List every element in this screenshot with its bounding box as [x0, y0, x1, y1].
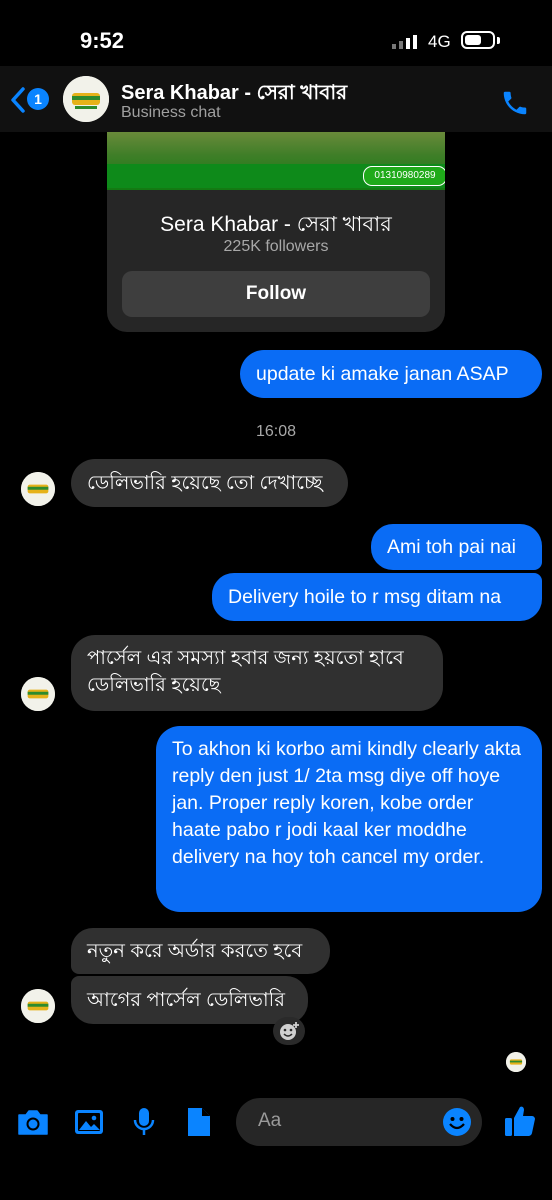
logo-icon [63, 76, 109, 122]
contact-avatar[interactable] [63, 76, 109, 122]
logo-icon [21, 472, 55, 506]
chat-header: 1 Sera Khabar - সেরা খাবার Business chat [0, 66, 552, 132]
message-incoming[interactable]: ডেলিভারি হয়েছে তো দেখাচ্ছে [71, 459, 348, 507]
add-reaction-icon [280, 1022, 299, 1040]
message-outgoing[interactable]: update ki amake janan ASAP [240, 350, 542, 398]
profile-banner: 01310980289 [107, 132, 445, 190]
message-incoming[interactable]: পার্সেল এর সমস্যা হবার জন্য হয়তো হাবে ড… [71, 635, 443, 711]
add-reaction-button[interactable] [273, 1017, 305, 1045]
file-icon [188, 1108, 210, 1136]
call-button[interactable] [500, 88, 530, 118]
message-incoming[interactable]: নতুন করে অর্ডার করতে হবে [71, 928, 330, 974]
emoji-button[interactable] [442, 1107, 472, 1142]
message-outgoing[interactable]: To akhon ki korbo ami kindly clearly akt… [156, 726, 542, 912]
camera-icon [18, 1110, 48, 1135]
voice-button[interactable] [132, 1106, 156, 1143]
sender-avatar[interactable] [21, 677, 55, 711]
battery-icon [461, 31, 495, 49]
logo-icon [21, 989, 55, 1023]
business-profile-card: 01310980289 Sera Khabar - সেরা খাবার 225… [107, 132, 445, 332]
chevron-left-icon [11, 87, 25, 113]
like-button[interactable] [504, 1104, 536, 1143]
battery-nub [497, 37, 500, 44]
image-icon [75, 1110, 103, 1134]
back-button[interactable] [10, 86, 26, 118]
microphone-icon [133, 1108, 155, 1135]
message-outgoing[interactable]: Delivery hoile to r msg ditam na [212, 573, 542, 621]
message-input-placeholder: Aa [258, 1110, 282, 1131]
contact-subtitle: Business chat [121, 104, 221, 121]
status-time: 9:52 [80, 28, 125, 53]
emoji-icon [443, 1108, 471, 1136]
banner-phone: 01310980289 [363, 166, 445, 186]
gallery-button[interactable] [74, 1108, 104, 1141]
profile-followers: 225K followers [223, 238, 329, 255]
seen-avatar [506, 1052, 526, 1072]
network-type: 4G [428, 32, 451, 51]
logo-icon [21, 677, 55, 711]
camera-button[interactable] [16, 1106, 50, 1143]
sender-avatar[interactable] [21, 472, 55, 506]
thumbs-up-icon [505, 1106, 535, 1136]
message-outgoing[interactable]: Ami toh pai nai [371, 524, 542, 570]
signal-icon [392, 35, 420, 49]
logo-icon [506, 1052, 526, 1072]
phone-icon [503, 91, 527, 115]
follow-button[interactable]: Follow [122, 271, 430, 317]
message-timestamp: 16:08 [255, 423, 297, 440]
file-button[interactable] [186, 1106, 212, 1143]
unread-badge: 1 [27, 88, 49, 110]
sender-avatar[interactable] [21, 989, 55, 1023]
